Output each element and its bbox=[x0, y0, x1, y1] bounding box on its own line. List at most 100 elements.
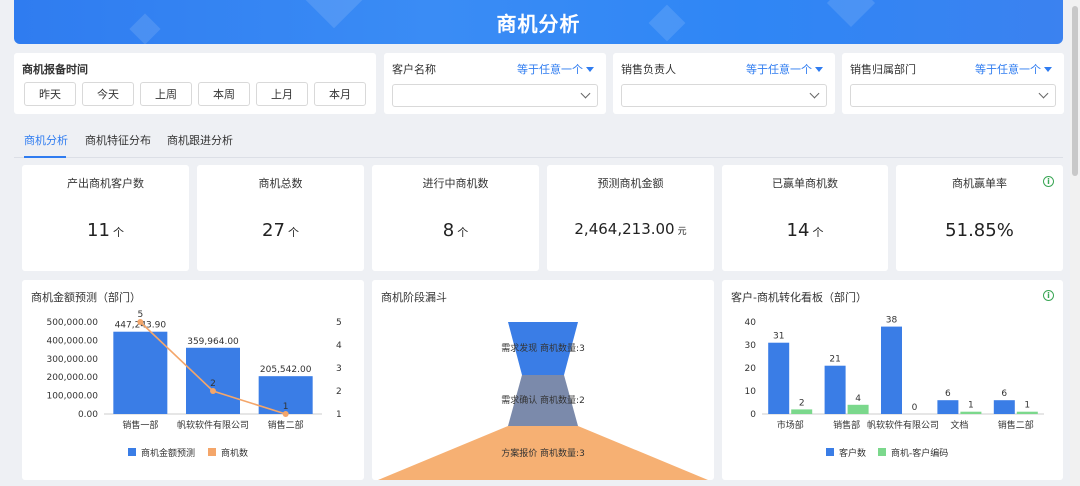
tab-bar: 商机分析 商机特征分布 商机跟进分析 bbox=[14, 124, 1063, 158]
customer-name-filter: 客户名称 等于任意一个 bbox=[384, 53, 606, 114]
legend-swatch bbox=[128, 448, 136, 456]
quick-date-this-week-button[interactable]: 本周 bbox=[198, 82, 250, 106]
kpi-label: 预测商机金额 bbox=[597, 177, 664, 190]
sales-department-select[interactable] bbox=[850, 84, 1056, 107]
bar-customer-count bbox=[881, 326, 902, 414]
y-axis-tick-label: 400,000.00 bbox=[46, 336, 98, 346]
kpi-label: 商机赢单率 bbox=[952, 177, 1007, 190]
info-icon[interactable]: i bbox=[1043, 176, 1054, 187]
kpi-value: 51.85% bbox=[945, 220, 1014, 241]
x-axis-tick-label: 销售二部 bbox=[998, 419, 1034, 431]
chart-card-conversion-board: 客户-商机转化看板（部门） i 0 10 20 30 40 31 2 市场部 21 4 销售部 38 0… bbox=[722, 280, 1063, 480]
filter-label: 销售归属部门 bbox=[850, 63, 916, 76]
y-axis-right-tick-label: 2 bbox=[336, 387, 342, 397]
bar-data-label: 205,542.00 bbox=[260, 365, 312, 375]
kpi-value: 27 个 bbox=[262, 220, 299, 241]
filter-operator-dropdown[interactable]: 等于任意一个 bbox=[517, 61, 594, 77]
bar-data-label: 0 bbox=[912, 403, 918, 413]
tab-opportunity-analysis[interactable]: 商机分析 bbox=[24, 132, 68, 148]
customer-name-select[interactable] bbox=[392, 84, 598, 107]
y-axis-tick-label: 30 bbox=[745, 341, 757, 351]
active-tab-indicator bbox=[24, 156, 66, 158]
bar-data-label: 4 bbox=[855, 394, 861, 404]
legend-swatch bbox=[208, 448, 216, 456]
quick-date-last-month-button[interactable]: 上月 bbox=[256, 82, 308, 106]
time-filter-panel: 商机报备时间 昨天 今天 上周 本周 上月 本月 bbox=[14, 53, 376, 114]
kpi-card: 已赢单商机数 14 个 bbox=[722, 165, 888, 271]
x-axis-tick-label: 帆软软件有限公司 bbox=[867, 419, 939, 431]
page-banner: 商机分析 bbox=[14, 0, 1063, 44]
kpi-label: 产出商机客户数 bbox=[67, 177, 144, 190]
sales-owner-filter: 销售负责人 等于任意一个 bbox=[613, 53, 835, 114]
filter-operator-dropdown[interactable]: 等于任意一个 bbox=[746, 61, 823, 77]
bar-customer-count bbox=[993, 400, 1015, 414]
bar-customer-count bbox=[937, 400, 959, 414]
sales-department-filter: 销售归属部门 等于任意一个 bbox=[842, 53, 1064, 114]
y-axis-tick-label: 20 bbox=[745, 364, 757, 374]
sales-owner-select[interactable] bbox=[621, 84, 827, 107]
x-axis-tick-label: 市场部 bbox=[777, 419, 804, 431]
bar-customer-code bbox=[960, 411, 982, 414]
x-axis-tick-label: 销售部 bbox=[833, 419, 860, 431]
chevron-down-icon bbox=[580, 88, 591, 99]
y-axis-right-tick-label: 5 bbox=[336, 318, 342, 328]
filter-label: 客户名称 bbox=[392, 63, 436, 76]
bar-customer-count bbox=[768, 342, 790, 414]
y-axis-right-tick-label: 1 bbox=[336, 410, 342, 420]
y-axis-tick-label: 500,000.00 bbox=[46, 318, 98, 328]
quick-date-today-button[interactable]: 今天 bbox=[82, 82, 134, 106]
tab-opportunity-followup[interactable]: 商机跟进分析 bbox=[167, 132, 233, 148]
legend-label: 客户数 bbox=[839, 447, 866, 459]
x-axis-tick-label: 销售一部 bbox=[122, 419, 158, 431]
bar-data-label: 1 bbox=[968, 401, 974, 411]
legend-label: 商机-客户编码 bbox=[891, 447, 948, 459]
chevron-down-icon bbox=[1038, 88, 1049, 99]
filter-operator-dropdown[interactable]: 等于任意一个 bbox=[975, 61, 1052, 77]
legend-swatch bbox=[826, 448, 834, 456]
kpi-value: 8个 bbox=[442, 220, 469, 241]
caret-down-icon bbox=[815, 66, 823, 72]
bar-data-label: 38 bbox=[886, 316, 898, 326]
legend-swatch bbox=[878, 448, 886, 456]
y-axis-tick-label: 100,000.00 bbox=[46, 392, 98, 402]
bar-amount-forecast bbox=[113, 331, 168, 414]
bar-customer-code bbox=[1016, 411, 1038, 414]
legend-label: 商机数 bbox=[221, 447, 248, 459]
bar-data-label: 1 bbox=[1024, 401, 1030, 411]
bar-data-label: 359,964.00 bbox=[187, 337, 239, 347]
funnel-stage-label: 需求确认 商机数量:2 bbox=[501, 394, 585, 406]
kpi-label: 商机总数 bbox=[258, 177, 303, 190]
kpi-card: 商机赢单率 i 51.85% bbox=[896, 165, 1063, 271]
kpi-value: 2,464,213.00 元 bbox=[574, 220, 687, 238]
x-axis-tick-label: 帆软软件有限公司 bbox=[177, 419, 249, 431]
bar-customer-code bbox=[847, 404, 869, 414]
filter-label: 销售负责人 bbox=[621, 63, 676, 76]
y-axis-tick-label: 200,000.00 bbox=[46, 373, 98, 383]
bar-data-label: 31 bbox=[773, 332, 784, 342]
y-axis-tick-label: 0 bbox=[750, 410, 756, 420]
line-data-label: 2 bbox=[210, 379, 216, 389]
quick-date-yesterday-button[interactable]: 昨天 bbox=[24, 82, 76, 106]
funnel-stage-label: 需求发现 商机数量:3 bbox=[501, 342, 585, 354]
time-filter-label: 商机报备时间 bbox=[22, 63, 88, 76]
quick-date-last-week-button[interactable]: 上周 bbox=[140, 82, 192, 106]
page-scrollbar[interactable] bbox=[1070, 0, 1080, 486]
caret-down-icon bbox=[1044, 66, 1052, 72]
tab-opportunity-features[interactable]: 商机特征分布 bbox=[85, 132, 151, 148]
y-axis-right-tick-label: 3 bbox=[336, 364, 342, 374]
y-axis-tick-label: 300,000.00 bbox=[46, 355, 98, 365]
kpi-label: 已赢单商机数 bbox=[772, 177, 838, 190]
chart-card-stage-funnel: 商机阶段漏斗 需求发现 商机数量:3 需求确认 商机数量:2 方案报价 商机数量:3 bbox=[372, 280, 714, 480]
bar-customer-code bbox=[791, 409, 813, 414]
chart-card-amount-forecast: 商机金额预测（部门） 0.00 100,000.00 200,000.00 300,0… bbox=[22, 280, 364, 480]
bar-customer-count bbox=[824, 365, 846, 414]
bar-data-label: 21 bbox=[829, 355, 840, 365]
quick-date-this-month-button[interactable]: 本月 bbox=[314, 82, 366, 106]
line-data-label: 1 bbox=[283, 402, 289, 412]
funnel-stage-label: 方案报价 商机数量:3 bbox=[501, 447, 585, 459]
stage-funnel-chart: 需求发现 商机数量:3 需求确认 商机数量:2 方案报价 商机数量:3 bbox=[378, 322, 708, 480]
kpi-card: 商机总数 27 个 bbox=[197, 165, 364, 271]
legend-label: 商机金额预测 bbox=[141, 447, 195, 459]
scrollbar-thumb[interactable] bbox=[1072, 6, 1078, 176]
amount-forecast-chart: 0.00 100,000.00 200,000.00 300,000.00 400,00… bbox=[46, 310, 342, 459]
